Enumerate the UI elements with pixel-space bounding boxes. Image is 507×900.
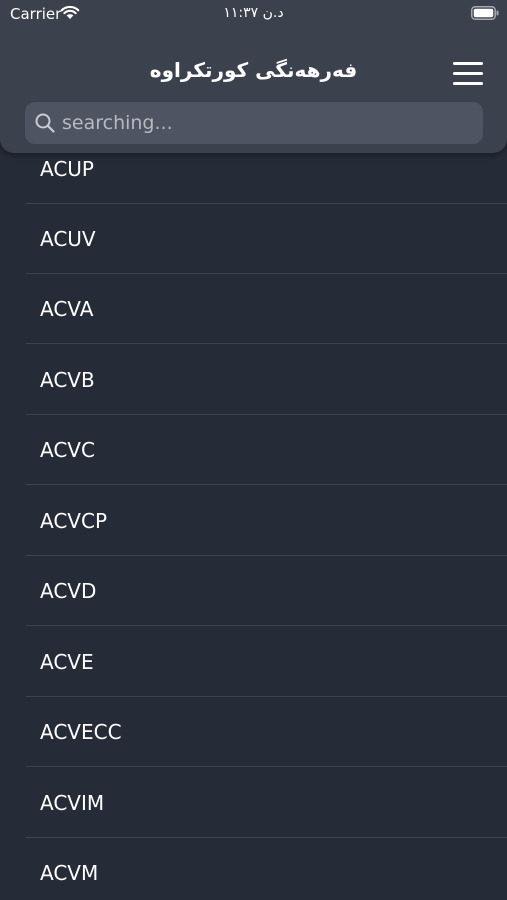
list-item-label: ACUV [40, 227, 96, 251]
search-bar[interactable] [25, 102, 483, 144]
list-item-label: ACUP [40, 157, 94, 181]
list-item-label: ACVCP [40, 509, 108, 533]
list-item[interactable]: ACVB [26, 345, 507, 415]
list-item[interactable]: ACVCP [26, 486, 507, 556]
hamburger-menu-icon-line [453, 82, 483, 85]
status-time: د.ن ١١:٣٧ [223, 5, 284, 21]
battery-icon [471, 6, 499, 20]
page-title: فەرهەنگی کورتکراوە [149, 58, 358, 82]
list-item[interactable]: ACVIM [26, 768, 507, 838]
list-item[interactable]: ACUV [26, 204, 507, 274]
list-item-label: ACVA [40, 297, 94, 321]
hamburger-menu-icon [453, 62, 483, 65]
search-input[interactable] [62, 102, 472, 144]
list-item[interactable]: ACVC [26, 415, 507, 485]
menu-button[interactable] [450, 58, 486, 88]
list-item-label: ACVE [40, 650, 94, 674]
status-bar: Carrier د.ن ١١:٣٧ [0, 0, 507, 30]
search-icon [35, 113, 55, 133]
list-item-label: ACVD [40, 579, 97, 603]
list-item-label: ACVM [40, 861, 99, 885]
list-item[interactable]: ACVA [26, 274, 507, 344]
list-item-label: ACVC [40, 438, 95, 462]
list-item[interactable]: ACVECC [26, 697, 507, 767]
header: Carrier د.ن ١١:٣٧ فەرهەنگی کورتکراوە [0, 0, 507, 153]
list-item[interactable]: ACVD [26, 556, 507, 626]
list-item-label: ACVIM [40, 791, 105, 815]
list-item[interactable]: ACVM [26, 838, 507, 900]
list-item-label: ACVECC [40, 720, 122, 744]
list-item[interactable]: ACVE [26, 627, 507, 697]
list-item-label: ACVB [40, 368, 95, 392]
abbreviation-list[interactable]: ACUP ACUV ACVA ACVB ACVC ACVCP ACVD ACVE… [0, 133, 507, 900]
hamburger-menu-icon-line [453, 72, 483, 75]
